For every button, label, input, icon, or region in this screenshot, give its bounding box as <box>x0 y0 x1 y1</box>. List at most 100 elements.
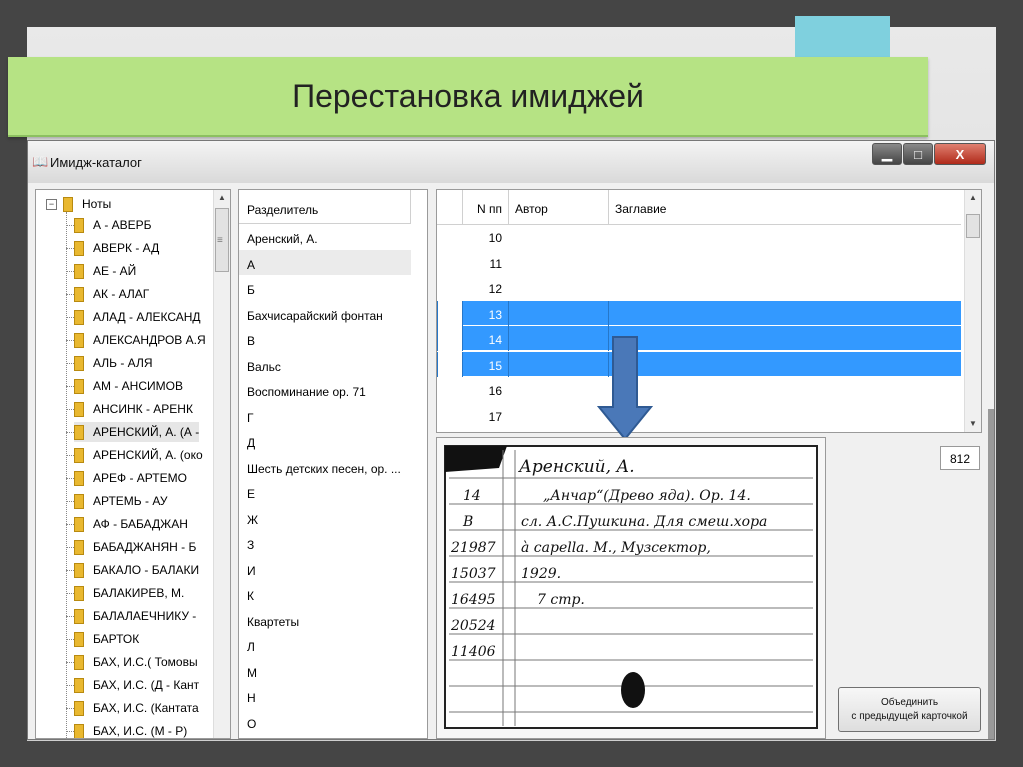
separator-item[interactable]: Шесть детских песен, ор. ... <box>239 454 411 479</box>
tree-item[interactable]: АЛЬ - АЛЯ <box>74 353 153 373</box>
window-titlebar[interactable]: 📖 Имидж-каталог ▁ □ X <box>28 141 994 183</box>
separator-item[interactable]: Бахчисарайский фонтан <box>239 301 411 326</box>
card-line: 21987 <box>450 540 496 556</box>
row-number: 12 <box>488 282 502 296</box>
table-row[interactable]: 12 <box>437 275 961 300</box>
grid-scrollbar[interactable]: ▲ ▼ <box>964 190 981 432</box>
card-grid[interactable]: N пп Автор Заглавие 10 11 12 ✂ 13 ✂ 14 ✂ 15 16 17 … <box>436 189 982 433</box>
scroll-up-icon[interactable]: ▲ <box>965 190 981 206</box>
tree-connector <box>66 294 74 295</box>
table-row[interactable]: 11 <box>437 250 961 275</box>
row-author <box>508 250 608 275</box>
scroll-down-icon[interactable]: ▼ <box>965 416 981 432</box>
column-author[interactable]: Автор <box>508 190 608 224</box>
row-author <box>508 300 608 326</box>
separator-item[interactable]: Е <box>239 479 411 504</box>
separator-item[interactable]: К <box>239 581 411 606</box>
tree-item[interactable]: БАЛАЛАЕЧНИКУ - <box>74 606 196 626</box>
tree-item[interactable]: БАХ, И.С. (Кантата <box>74 698 199 718</box>
separator-item[interactable]: Квартеты <box>239 607 411 632</box>
tree-item-label: АНСИНК - АРЕНК <box>93 402 193 416</box>
tree-item[interactable]: АРЕФ - АРТЕМО <box>74 468 187 488</box>
tree-item[interactable]: АРЕНСКИЙ, А. (око <box>74 445 203 465</box>
table-row[interactable]: 16 <box>437 377 961 402</box>
folder-book-icon <box>74 378 84 394</box>
tree-item[interactable]: А - АВЕРБ <box>74 215 152 235</box>
tree-scrollbar[interactable]: ▲ ≡ <box>213 190 230 738</box>
tree-item[interactable]: АВЕРК - АД <box>74 238 159 258</box>
tree-item[interactable]: АЕ - АЙ <box>74 261 136 281</box>
folder-book-icon <box>74 355 84 371</box>
card-line: à capella. М., Музсектор, <box>521 540 711 556</box>
table-row[interactable]: 17 <box>437 403 961 428</box>
tree-connector <box>66 639 74 640</box>
separator-item[interactable]: З <box>239 530 411 555</box>
tree-item[interactable]: АФ - БАБАДЖАН <box>74 514 188 534</box>
separator-item[interactable]: Д <box>239 428 411 453</box>
collapse-icon[interactable]: − <box>46 198 57 210</box>
tree-item-label: БАХ, И.С.( Томовы <box>93 655 198 669</box>
catalog-tree[interactable]: − Ноты А - АВЕРБ АВЕРК - АД АЕ - АЙ АК - АЛ… <box>35 189 231 739</box>
window-title: Имидж-каталог <box>50 155 142 170</box>
tree-item[interactable]: БАХ, И.С.( Томовы <box>74 652 198 672</box>
tree-item[interactable]: БАРТОК <box>74 629 139 649</box>
separator-item[interactable]: А <box>239 249 411 275</box>
card-line: 14 <box>463 488 481 504</box>
close-button[interactable]: X <box>934 143 986 165</box>
row-author <box>508 224 608 249</box>
separator-item[interactable]: Б <box>239 275 411 300</box>
row-number: 15 <box>462 351 508 377</box>
row-title <box>608 403 961 428</box>
scroll-thumb[interactable] <box>966 214 980 238</box>
window-scrollbar[interactable] <box>988 409 994 739</box>
tree-item[interactable]: БАХ, И.С. (Д - Кант <box>74 675 199 695</box>
table-row[interactable]: ✂ 13 <box>437 300 961 326</box>
row-number: 11 <box>489 256 502 271</box>
separator-item[interactable]: Аренский, А. <box>239 224 411 249</box>
maximize-button[interactable]: □ <box>903 143 933 165</box>
card-line: 1929. <box>521 566 561 582</box>
tree-item-label: БАХ, И.С. (М - Р) <box>93 724 188 738</box>
separator-item[interactable]: Ж <box>239 505 411 530</box>
tree-connector <box>66 363 74 364</box>
folder-book-icon <box>74 677 84 693</box>
separator-item[interactable]: Л <box>239 632 411 657</box>
row-title <box>608 377 961 402</box>
table-row[interactable]: ✂ 14 <box>437 326 961 351</box>
table-row[interactable]: ✂ 15 <box>437 351 961 377</box>
tree-item[interactable]: БАЛАКИРЕВ, М. <box>74 583 184 603</box>
tree-connector <box>66 271 74 272</box>
column-n[interactable]: N пп <box>462 190 508 224</box>
merge-with-previous-button[interactable]: Объединить с предыдущей карточкой <box>838 687 981 732</box>
tree-item[interactable]: АРЕНСКИЙ, А. (А - <box>74 422 200 442</box>
separator-item[interactable]: Г <box>239 403 411 428</box>
table-row[interactable]: 10 <box>437 224 961 249</box>
separator-item[interactable]: О <box>239 709 411 734</box>
tree-item[interactable]: БАХ, И.С. (М - Р) <box>74 721 188 738</box>
tree-connector <box>66 478 74 479</box>
separator-column-header[interactable]: Разделитель <box>239 190 411 224</box>
tree-item[interactable]: АРТЕМЬ - АУ <box>74 491 167 511</box>
separator-item[interactable]: Воспоминание ор. 71 <box>239 377 411 402</box>
tree-item[interactable]: БАБАДЖАНЯН - Б <box>74 537 196 557</box>
column-title[interactable]: Заглавие <box>608 190 961 224</box>
tree-item-label: БАХ, И.С. (Д - Кант <box>93 678 200 692</box>
minimize-button[interactable]: ▁ <box>872 143 902 165</box>
tree-root[interactable]: − Ноты <box>46 195 111 213</box>
separator-item[interactable]: Н <box>239 683 411 708</box>
tree-item[interactable]: АЛАД - АЛЕКСАНД <box>74 307 201 327</box>
tree-item[interactable]: БАКАЛО - БАЛАКИ <box>74 560 199 580</box>
tree-item[interactable]: АК - АЛАГ <box>74 284 149 304</box>
tree-item-label: АРЕФ - АРТЕМО <box>93 471 187 485</box>
folder-book-icon <box>74 286 84 302</box>
separator-item[interactable]: В <box>239 326 411 351</box>
card-line: 15037 <box>451 566 496 582</box>
separator-item[interactable]: И <box>239 556 411 581</box>
tree-item[interactable]: АМ - АНСИМОВ <box>74 376 183 396</box>
separator-item[interactable]: М <box>239 658 411 683</box>
tree-item[interactable]: АЛЕКСАНДРОВ А.Я <box>74 330 206 350</box>
separator-list[interactable]: Разделитель Аренский, А. А Б Бахчисарайский… <box>238 189 428 739</box>
scroll-up-icon[interactable]: ▲ <box>214 190 230 206</box>
tree-item[interactable]: АНСИНК - АРЕНК <box>74 399 193 419</box>
separator-item[interactable]: Вальс <box>239 352 411 377</box>
